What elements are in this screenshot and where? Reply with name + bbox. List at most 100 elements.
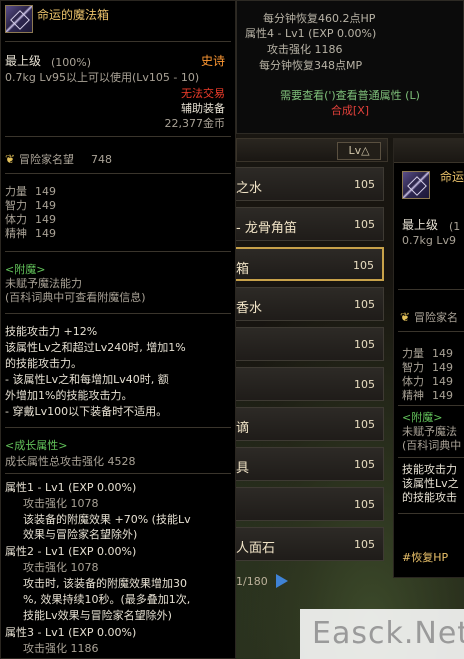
- list-item[interactable]: 105: [236, 327, 384, 361]
- item-level: 105: [354, 338, 375, 351]
- item-level: 105: [354, 178, 375, 191]
- stat-value: 149: [35, 185, 56, 198]
- list-item[interactable]: 人面石 105: [236, 527, 384, 561]
- item-rarity: 史诗: [200, 54, 225, 68]
- list-item[interactable]: 之水 105: [236, 167, 384, 201]
- item-grade-pct: (100%): [51, 56, 92, 69]
- mp-regen-text: 每分钟恢复348点MP: [259, 59, 363, 72]
- growth-header: <成长属性>: [5, 439, 68, 452]
- attribute1-attack: 攻击强化 1078: [23, 497, 99, 510]
- fame-value: 748: [91, 153, 112, 166]
- list-item[interactable]: - 龙骨角笛 105: [236, 207, 384, 241]
- item-name: - 龙骨角笛: [236, 221, 297, 236]
- item-level: 105: [354, 298, 375, 311]
- item-name: 之水: [236, 181, 263, 196]
- option-line: - 该属性Lv之和每增加Lv40时, 额: [5, 373, 169, 386]
- magic-box-item-icon: [402, 171, 430, 199]
- divider: [5, 313, 231, 314]
- option-line: 该属性Lv之和超过Lv240时, 增加1%: [5, 341, 186, 354]
- compose-button[interactable]: 合成[X]: [237, 102, 463, 118]
- stat-value: 149: [35, 199, 56, 212]
- divider: [5, 427, 231, 428]
- item-name: 命运的魔法箱: [37, 8, 110, 22]
- fame-label: 冒险家名望: [19, 153, 74, 166]
- attribute3-title: 属性3 - Lv1 (EXP 0.00%): [5, 626, 137, 639]
- attribute2-desc: %, 效果持续10秒。(最多叠加1次,: [23, 593, 191, 606]
- growth-total: 成长属性总攻击强化 4528: [5, 455, 136, 468]
- compare-stat-label: 体力: [402, 375, 424, 388]
- compare-grade: 最上级: [402, 218, 439, 232]
- divider: [398, 331, 464, 332]
- compare-stat-value: 149: [432, 361, 453, 374]
- list-item[interactable]: 具 105: [236, 447, 384, 481]
- sort-by-level-button[interactable]: Lv△: [337, 142, 381, 160]
- compare-item-name: 命运: [440, 170, 464, 184]
- compare-enchant-none: 未赋予魔法: [402, 425, 457, 438]
- item-level: 105: [354, 378, 375, 391]
- stat-label: 体力: [5, 213, 27, 226]
- compare-option-line: 技能攻击力: [402, 463, 457, 476]
- attribute3-attack: 攻击强化 1186: [23, 642, 99, 655]
- list-item[interactable]: 105: [236, 367, 384, 401]
- compare-attributes-link[interactable]: 需要查看(')查看普通属性 (L): [237, 87, 463, 103]
- option-line: 的技能攻击力。: [5, 357, 82, 370]
- compare-option-line: 的技能攻击: [402, 491, 457, 504]
- stat-value: 149: [35, 227, 56, 240]
- compare-tag: #恢复HP: [402, 551, 449, 564]
- slot-type: 辅助装备: [181, 102, 225, 115]
- item-level: 105: [353, 259, 374, 272]
- compare-grade-pct: (1: [449, 220, 461, 233]
- attack-boost-text: 攻击强化 1186: [267, 43, 343, 56]
- attribute2-desc: 攻击时, 该装备的附魔效果增加30: [23, 577, 187, 590]
- compare-tab[interactable]: [394, 139, 464, 163]
- item-name: 箱: [236, 262, 250, 277]
- fame-icon: [400, 310, 412, 324]
- compare-stat-label: 智力: [402, 361, 424, 374]
- list-item[interactable]: 香水 105: [236, 287, 384, 321]
- item-name: 人面石: [236, 541, 276, 556]
- item-level: 105: [354, 498, 375, 511]
- list-item-selected[interactable]: 箱 105: [236, 247, 384, 281]
- item-stats-tooltip: 每分钟恢复460.2点HP 属性4 - Lv1 (EXP 0.00%) 攻击强化…: [236, 0, 464, 134]
- item-level: 105: [354, 218, 375, 231]
- page-indicator: 1/180: [236, 575, 268, 588]
- list-item[interactable]: 谪 105: [236, 407, 384, 441]
- watermark: Easck.Net: [300, 609, 464, 659]
- attribute1-desc: 效果与冒险家名望除外): [23, 528, 138, 541]
- watermark-text: Easck.Net: [312, 616, 464, 651]
- item-level: 105: [354, 538, 375, 551]
- compare-fame-label: 冒险家名: [414, 311, 458, 324]
- item-name: 香水: [236, 301, 263, 316]
- enchant-none-text: 未赋予魔法能力: [5, 277, 82, 290]
- attribute2-title: 属性2 - Lv1 (EXP 0.00%): [5, 545, 137, 558]
- divider: [5, 173, 231, 174]
- list-header: Lv△: [236, 138, 388, 162]
- pagination: 1/180: [236, 570, 386, 594]
- divider: [5, 41, 231, 42]
- stat-label: 智力: [5, 199, 27, 212]
- option-line: 技能攻击力 +12%: [5, 325, 98, 338]
- divider: [398, 457, 464, 458]
- attribute4-title: 属性4 - Lv1 (EXP 0.00%): [245, 27, 377, 40]
- compare-tooltip: 命运 最上级 (1 0.7kg Lv9 冒险家名 力量 149 智力 149 体…: [393, 138, 464, 578]
- item-level: 105: [354, 458, 375, 471]
- hp-regen-text: 每分钟恢复460.2点HP: [263, 12, 376, 25]
- divider: [398, 405, 464, 406]
- attribute2-desc: 技能Lv效果与冒险家名望除外): [23, 609, 172, 622]
- compare-stat-value: 149: [432, 347, 453, 360]
- item-tooltip: 命运的魔法箱 最上级 (100%) 史诗 0.7kg Lv95以上可以使用(Lv…: [0, 0, 236, 659]
- compare-enchant-header: <附魔>: [402, 411, 443, 424]
- list-item[interactable]: 105: [236, 487, 384, 521]
- next-page-arrow-icon[interactable]: [276, 574, 288, 588]
- option-line: - 穿戴Lv100以下装备时不适用。: [5, 405, 168, 418]
- divider: [5, 473, 231, 474]
- option-line: 外增加1%的技能攻击力。: [5, 389, 133, 402]
- item-name: 谪: [236, 421, 250, 436]
- enchant-header: <附魔>: [5, 263, 46, 276]
- fame-icon: [5, 152, 17, 166]
- compare-enchant-hint: (百科词典中: [402, 439, 462, 452]
- item-name: 具: [236, 461, 250, 476]
- attribute2-attack: 攻击强化 1078: [23, 561, 99, 574]
- compare-stat-label: 力量: [402, 347, 424, 360]
- trade-status: 无法交易: [181, 87, 225, 100]
